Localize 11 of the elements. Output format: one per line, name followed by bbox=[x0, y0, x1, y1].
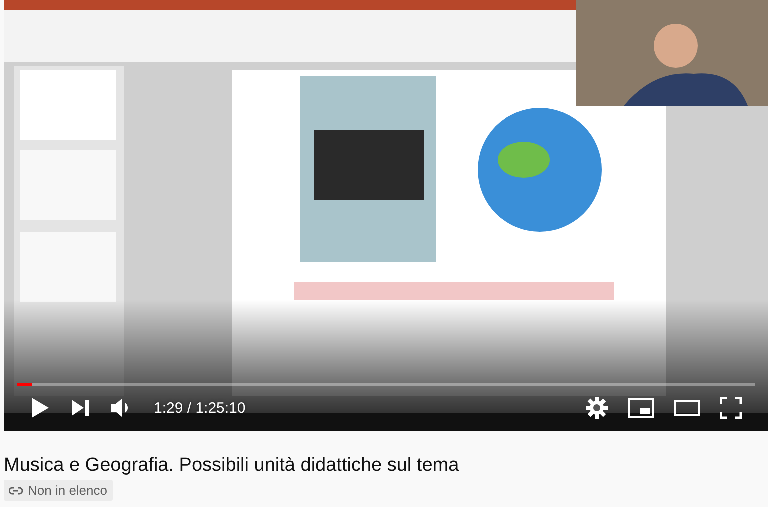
video-title: Musica e Geografia. Possibili unità didattiche sul tema bbox=[4, 455, 460, 477]
fullscreen-icon bbox=[720, 397, 742, 419]
settings-icon bbox=[586, 397, 608, 419]
play-icon bbox=[30, 397, 50, 419]
video-player[interactable]: 1:29 / 1:25:10 bbox=[4, 0, 768, 431]
miniplayer-icon bbox=[628, 398, 654, 418]
next-icon bbox=[70, 399, 90, 417]
visibility-label: Non in elenco bbox=[28, 483, 108, 498]
time-display: 1:29 / 1:25:10 bbox=[154, 400, 246, 416]
link-icon bbox=[9, 486, 23, 494]
theater-mode-icon bbox=[674, 400, 700, 416]
